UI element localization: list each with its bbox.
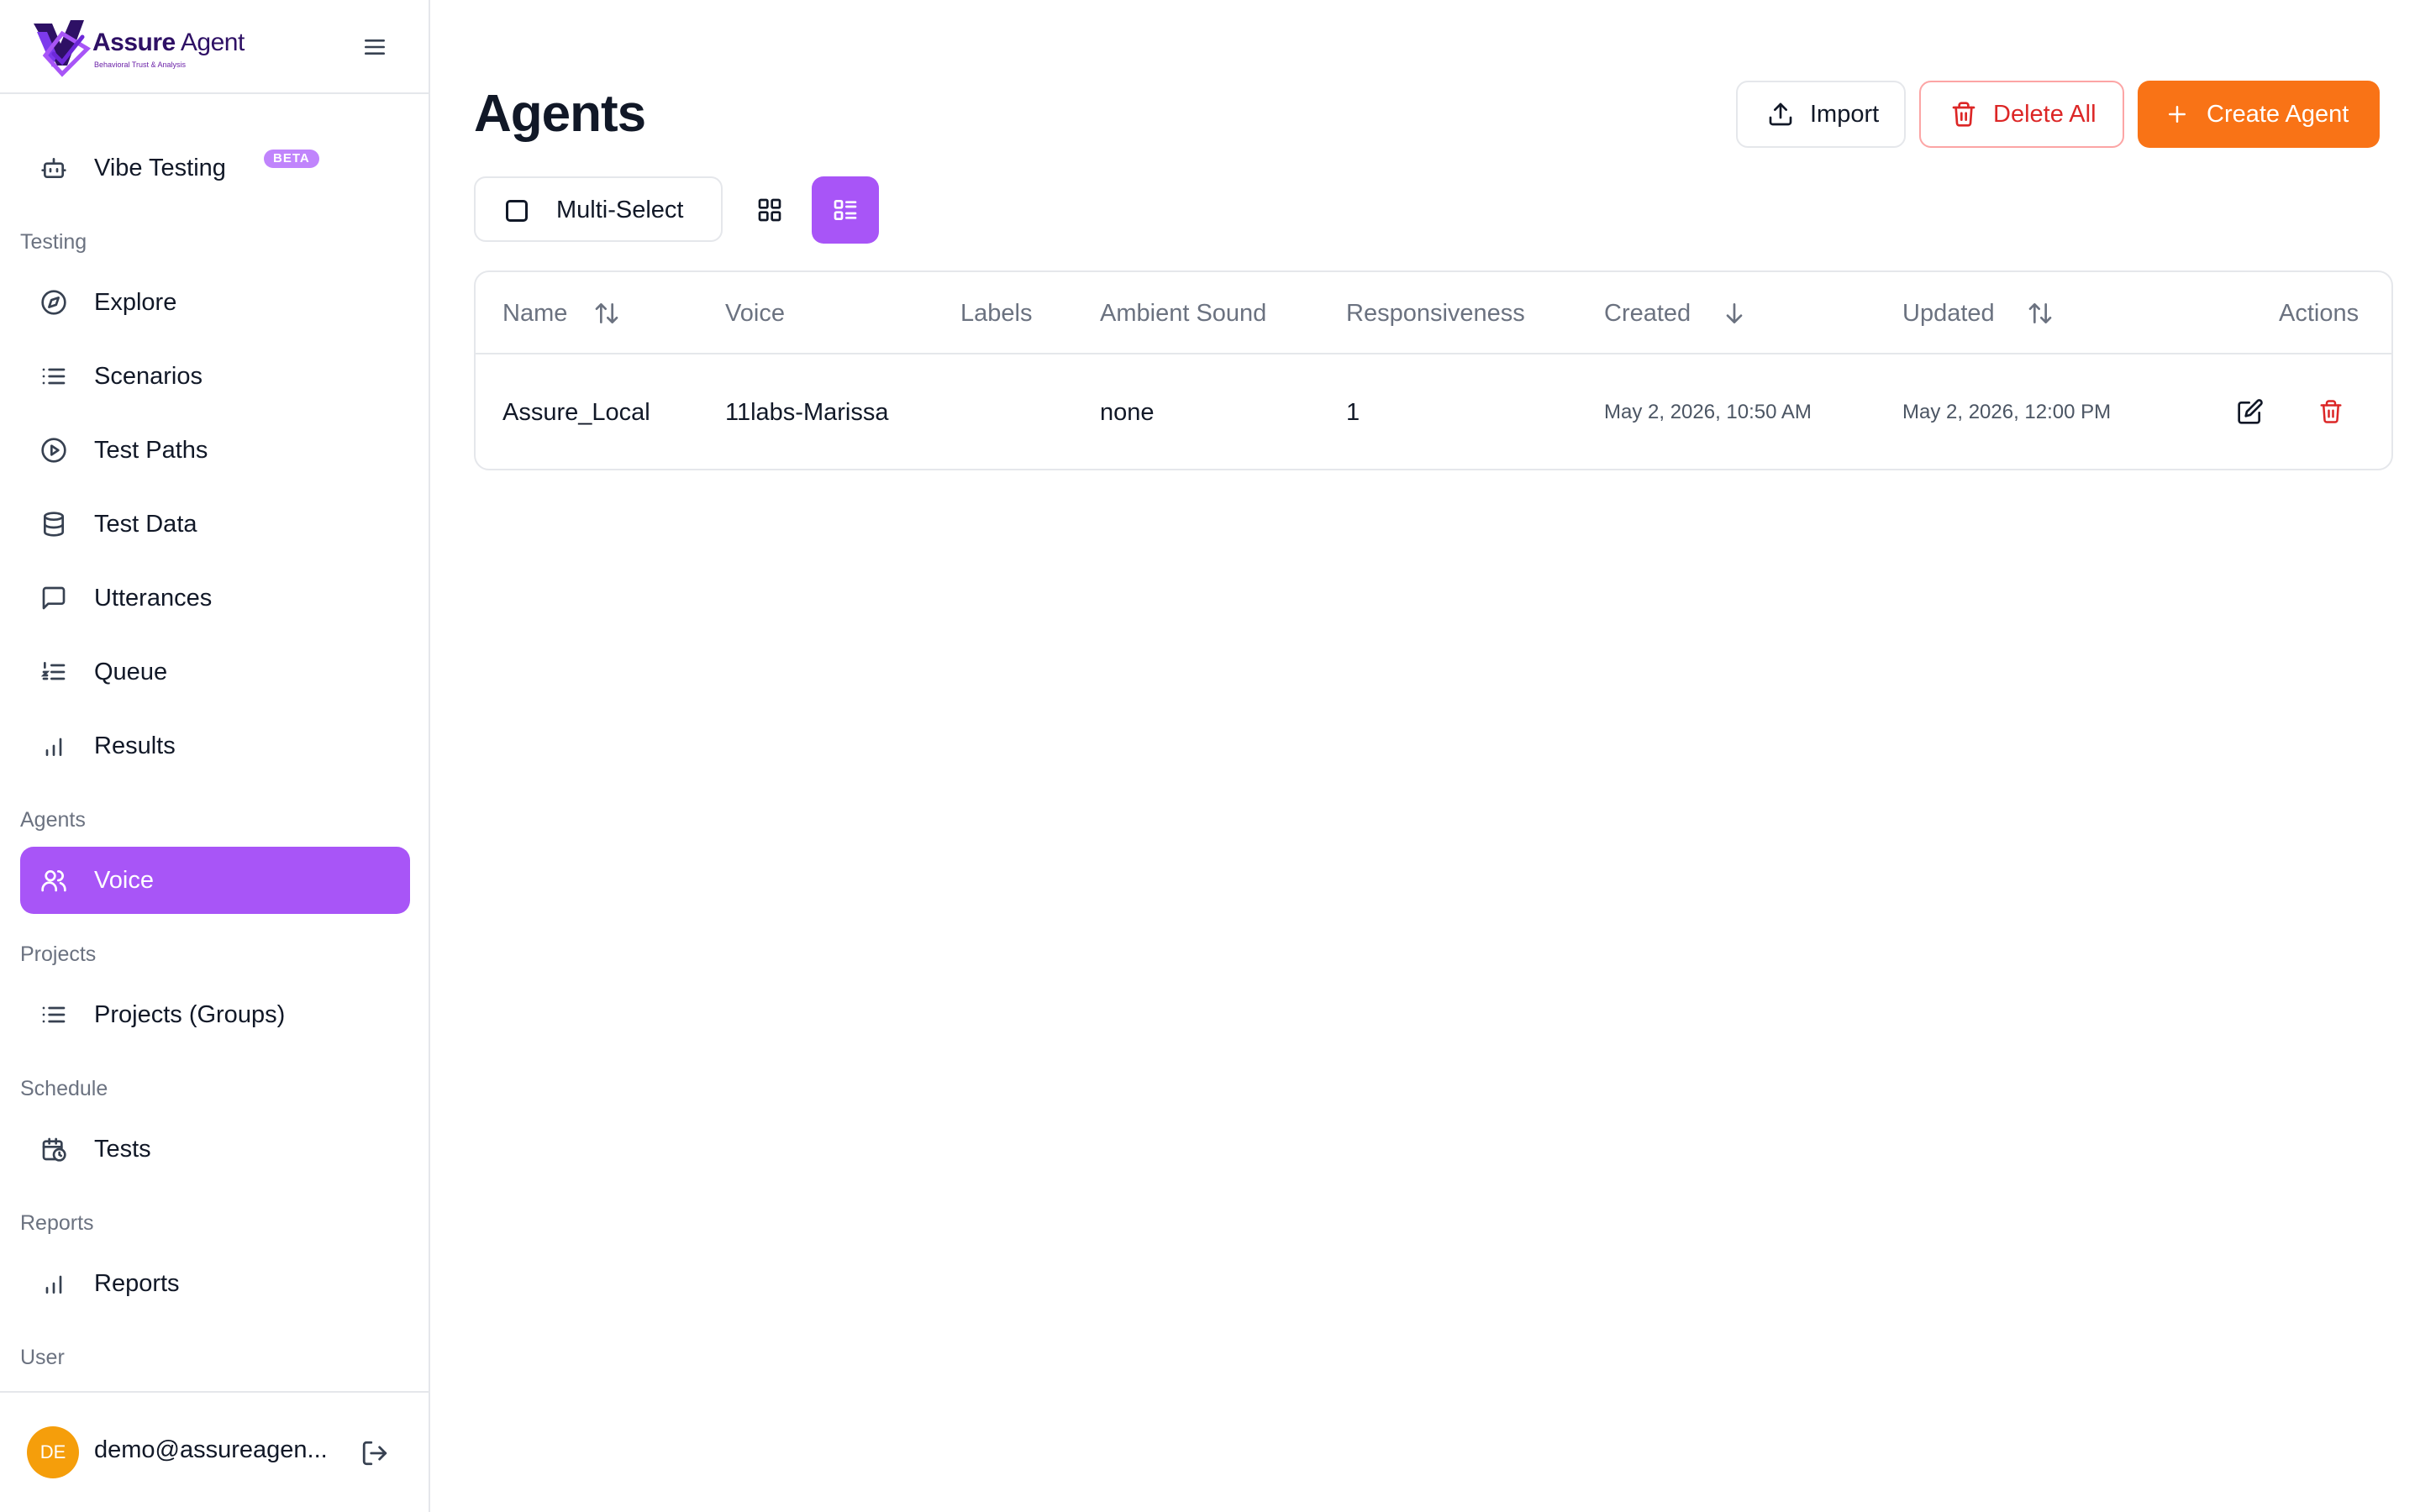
upload-icon xyxy=(1766,100,1795,129)
agents-table: Name Voice Labels Ambient Sound Responsi… xyxy=(474,270,2393,470)
sort-down-icon[interactable] xyxy=(1721,300,1748,327)
section-label-reports: Reports xyxy=(20,1211,94,1235)
sort-both-icon[interactable] xyxy=(2027,300,2054,327)
play-circle-icon xyxy=(40,437,67,464)
column-header-voice: Voice xyxy=(725,300,785,327)
sidebar-item-scenarios[interactable]: Scenarios xyxy=(20,343,410,410)
sidebar-item-label: Reports xyxy=(94,1270,180,1297)
plus-icon xyxy=(2163,100,2191,129)
message-square-icon xyxy=(40,585,67,612)
sidebar-item-label: Results xyxy=(94,732,176,759)
section-label-user: User xyxy=(20,1346,65,1369)
multi-select-toggle[interactable]: Multi-Select xyxy=(474,176,723,242)
sidebar-item-label: Utterances xyxy=(94,585,213,612)
sidebar-item-test-data[interactable]: Test Data xyxy=(20,491,410,558)
sidebar-item-projects-groups[interactable]: Projects (Groups) xyxy=(20,981,410,1048)
edit-button[interactable] xyxy=(2235,396,2265,427)
column-header-labels: Labels xyxy=(960,300,1033,327)
sidebar-item-test-paths[interactable]: Test Paths xyxy=(20,417,410,484)
column-header-actions: Actions xyxy=(2279,300,2360,327)
grid-icon xyxy=(758,198,781,222)
cell-created: May 2, 2026, 10:50 AM xyxy=(1604,401,1812,423)
sidebar: Assure Agent Behavioral Trust & Analysis… xyxy=(0,0,430,1512)
section-label-agents: Agents xyxy=(20,808,86,832)
list-view-icon xyxy=(834,200,857,220)
user-email: demo@assureagen... xyxy=(94,1436,328,1463)
sidebar-item-label: Test Data xyxy=(94,511,197,538)
list-view-button[interactable] xyxy=(812,176,879,244)
import-button[interactable]: Import xyxy=(1736,81,1906,148)
column-header-ambient-sound: Ambient Sound xyxy=(1100,300,1267,327)
sidebar-item-label: Queue xyxy=(94,659,168,685)
menu-toggle-button[interactable] xyxy=(360,32,390,62)
table-row[interactable]: Assure_Local 11labs-Marissa none 1 May 2… xyxy=(476,354,2391,469)
sidebar-item-vibe-testing[interactable]: Vibe Testing BETA xyxy=(20,134,410,202)
sidebar-item-label: Voice xyxy=(94,867,154,894)
cell-updated: May 2, 2026, 12:00 PM xyxy=(1902,401,2112,423)
column-header-created[interactable]: Created xyxy=(1604,272,1691,354)
sidebar-item-label: Projects (Groups) xyxy=(94,1001,286,1028)
robot-icon xyxy=(40,155,67,181)
brand-name: Assure Agent xyxy=(92,29,245,56)
calendar-clock-icon xyxy=(40,1136,67,1163)
column-header-updated[interactable]: Updated xyxy=(1902,272,1995,354)
sidebar-item-results[interactable]: Results xyxy=(20,712,410,780)
avatar[interactable]: DE xyxy=(27,1426,79,1478)
bar-chart-icon xyxy=(40,1270,67,1297)
table-header: Name Voice Labels Ambient Sound Responsi… xyxy=(476,272,2391,354)
cell-responsiveness: 1 xyxy=(1346,399,1360,426)
compass-icon xyxy=(40,289,67,316)
sidebar-item-explore[interactable]: Explore xyxy=(20,269,410,336)
sidebar-item-label: Tests xyxy=(94,1136,151,1163)
edit-icon xyxy=(2238,399,2263,424)
cell-voice: 11labs-Marissa xyxy=(725,399,889,426)
sidebar-item-queue[interactable]: Queue xyxy=(20,638,410,706)
beta-badge: BETA xyxy=(264,150,319,168)
checkbox-icon xyxy=(506,200,528,222)
list-icon xyxy=(40,363,67,390)
bar-chart-icon xyxy=(40,732,67,759)
logout-button[interactable] xyxy=(360,1438,390,1468)
users-icon xyxy=(40,867,67,894)
sidebar-item-reports[interactable]: Reports xyxy=(20,1250,410,1317)
sort-both-icon[interactable] xyxy=(593,300,620,327)
column-header-name[interactable]: Name xyxy=(502,272,567,354)
trash-icon xyxy=(1949,100,1978,129)
database-icon xyxy=(40,511,67,538)
logout-icon xyxy=(362,1441,387,1466)
brand-tagline: Behavioral Trust & Analysis xyxy=(94,60,187,69)
sidebar-item-voice[interactable]: Voice xyxy=(20,847,410,914)
sidebar-item-label: Vibe Testing xyxy=(94,155,226,181)
delete-all-button-label: Delete All xyxy=(1993,100,2096,128)
sidebar-header: Assure Agent Behavioral Trust & Analysis xyxy=(0,0,429,94)
cell-ambient-sound: none xyxy=(1100,399,1155,426)
brand-logo-icon[interactable] xyxy=(29,15,92,79)
sidebar-item-tests[interactable]: Tests xyxy=(20,1116,410,1183)
import-button-label: Import xyxy=(1810,100,1880,128)
delete-row-button[interactable] xyxy=(2316,396,2346,427)
section-label-projects: Projects xyxy=(20,942,97,966)
list-ordered-icon xyxy=(40,659,67,685)
trash-icon xyxy=(2320,400,2342,423)
sidebar-item-utterances[interactable]: Utterances xyxy=(20,564,410,632)
section-label-schedule: Schedule xyxy=(20,1077,108,1100)
page-title: Agents xyxy=(474,85,646,143)
hamburger-icon xyxy=(365,39,385,55)
create-agent-button[interactable]: Create Agent xyxy=(2138,81,2380,148)
list-icon xyxy=(40,1001,67,1028)
sidebar-item-label: Test Paths xyxy=(94,437,208,464)
create-agent-button-label: Create Agent xyxy=(2207,100,2349,128)
multi-select-label: Multi-Select xyxy=(556,197,684,223)
delete-all-button[interactable]: Delete All xyxy=(1919,81,2124,148)
user-footer: DE demo@assureagen... xyxy=(0,1391,429,1512)
section-label-testing: Testing xyxy=(20,230,87,254)
sidebar-item-label: Explore xyxy=(94,289,177,316)
cell-name: Assure_Local xyxy=(502,399,650,426)
sidebar-item-label: Scenarios xyxy=(94,363,203,390)
grid-view-button[interactable] xyxy=(736,176,803,244)
column-header-responsiveness: Responsiveness xyxy=(1346,300,1525,327)
